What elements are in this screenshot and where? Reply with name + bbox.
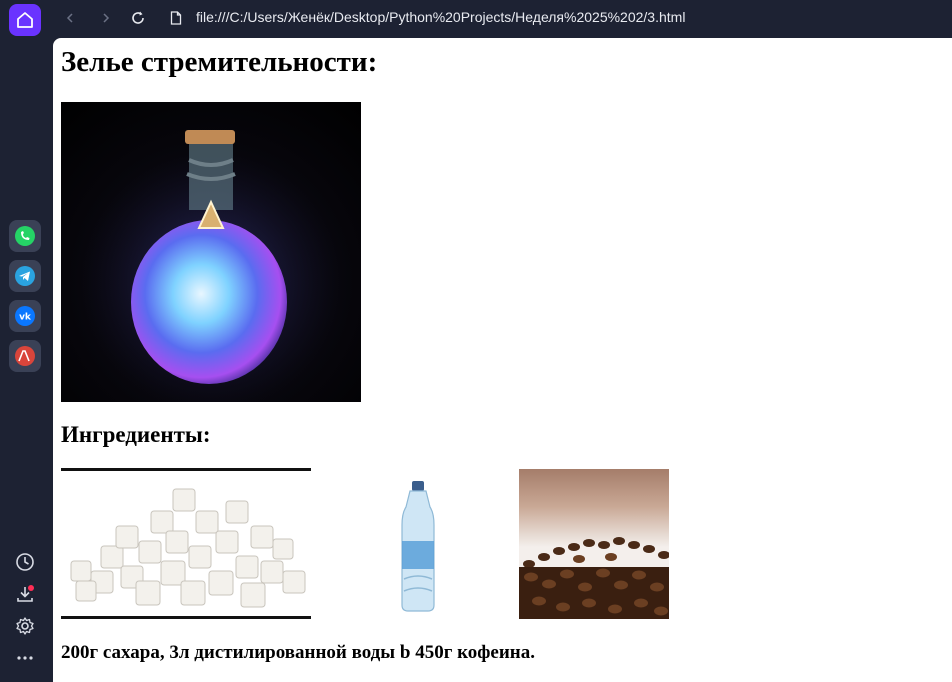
address-bar[interactable]: file:///C:/Users/Женёк/Desktop/Python%20… (196, 9, 685, 25)
home-icon (17, 12, 33, 28)
translate-icon (15, 346, 35, 366)
water-bottle-image (368, 469, 468, 619)
coffee-beans-image (519, 469, 669, 619)
settings-button[interactable] (13, 614, 37, 638)
more-button[interactable] (13, 646, 37, 670)
vk-button[interactable]: vk (9, 300, 41, 332)
gear-icon (16, 617, 34, 635)
translate-button[interactable] (9, 340, 41, 372)
browser-sidebar: vk (0, 0, 50, 682)
page-title: Зелье стремительности: (61, 46, 378, 78)
chevron-right-icon (103, 13, 110, 23)
clock-icon (16, 553, 34, 571)
sugar-image (61, 468, 311, 619)
reload-icon (132, 11, 144, 24)
svg-text:vk: vk (19, 313, 32, 323)
page-info-button[interactable] (166, 8, 186, 28)
whatsapp-button[interactable] (9, 220, 41, 252)
ingredients-caption: 200г сахара, 3л дистилированной воды b 4… (61, 642, 535, 663)
download-icon (17, 585, 34, 602)
file-icon (170, 11, 182, 25)
forward-button[interactable] (96, 8, 116, 28)
web-page: Зелье стремительности: Ингредиенты: 200г… (53, 38, 952, 682)
home-button[interactable] (9, 4, 41, 36)
browser-toolbar: file:///C:/Users/Женёк/Desktop/Python%20… (50, 0, 952, 36)
history-button[interactable] (13, 550, 37, 574)
downloads-button[interactable] (13, 582, 37, 606)
vk-icon: vk (15, 306, 35, 326)
back-button[interactable] (60, 8, 80, 28)
ingredients-heading: Ингредиенты: (61, 422, 211, 447)
telegram-icon (15, 266, 35, 286)
chevron-left-icon (66, 13, 73, 23)
potion-image (61, 102, 361, 402)
telegram-button[interactable] (9, 260, 41, 292)
reload-button[interactable] (128, 8, 148, 28)
whatsapp-icon (15, 226, 35, 246)
more-icon (17, 656, 33, 660)
